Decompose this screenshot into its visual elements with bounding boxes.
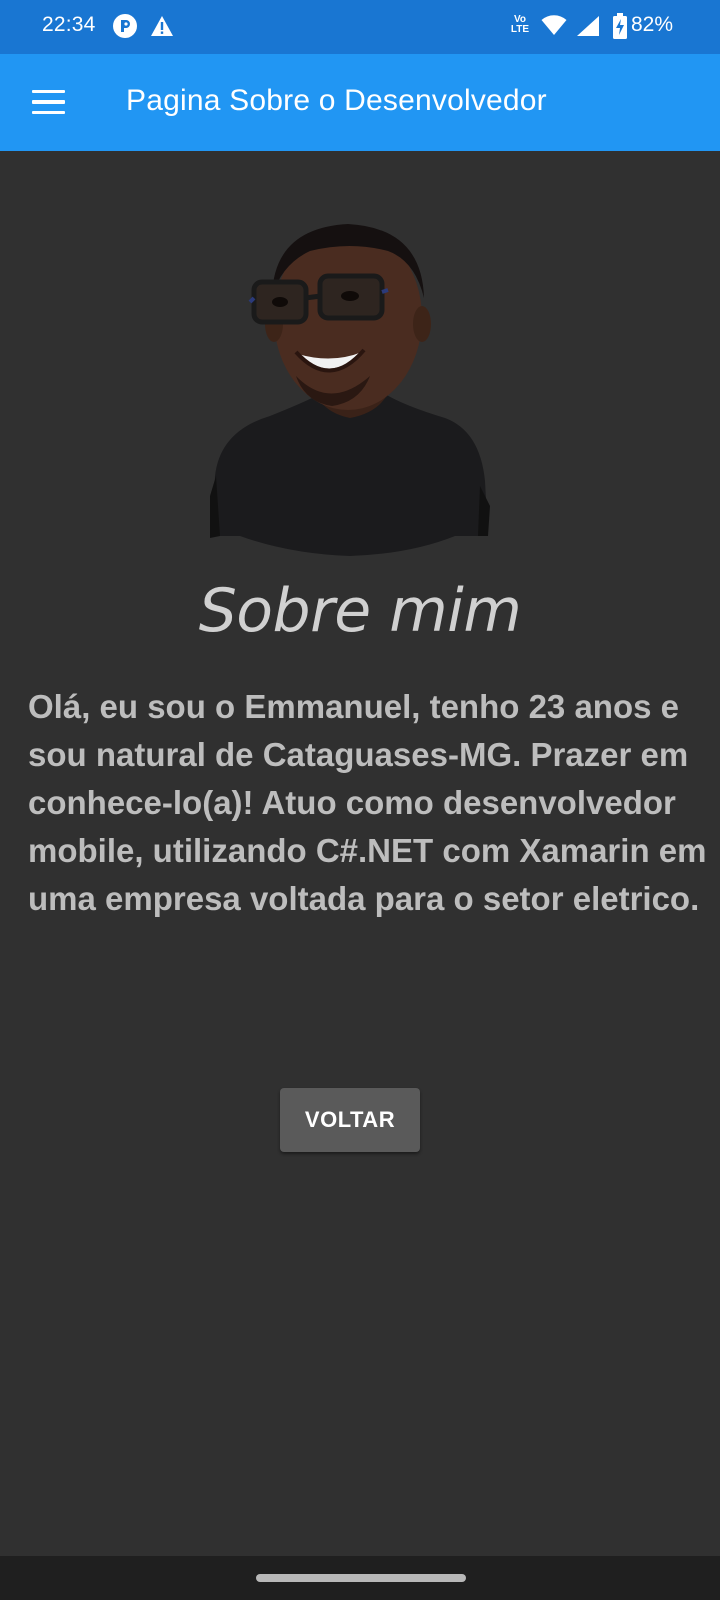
hamburger-menu-icon[interactable] [24, 80, 74, 124]
page-title: Pagina Sobre o Desenvolvedor [126, 84, 547, 117]
home-indicator[interactable] [256, 1574, 466, 1582]
cell-signal-icon [576, 15, 600, 42]
status-time: 22:34 [42, 13, 96, 36]
battery-percent: 82% [631, 13, 674, 36]
navigation-bar [0, 1556, 720, 1600]
section-title: Sobre mim [198, 576, 522, 646]
battery-charging-icon [613, 13, 627, 44]
back-button[interactable]: VOLTAR [280, 1088, 420, 1152]
status-bar: 22:34 Vo LTE 82% [0, 0, 720, 54]
developer-photo [210, 206, 490, 556]
app-notification-icon [113, 14, 137, 38]
bio-text: Olá, eu sou o Emmanuel, tenho 23 anos e … [28, 688, 707, 917]
wifi-icon [541, 14, 567, 41]
app-bar: Pagina Sobre o Desenvolvedor [0, 54, 720, 151]
menu-line [32, 100, 65, 104]
menu-line [32, 89, 65, 94]
menu-line [32, 110, 65, 115]
main-content: Sobre mim Olá, eu sou o Emmanuel, tenho … [0, 151, 720, 1556]
volte-icon: Vo LTE [510, 14, 530, 35]
warning-icon [150, 15, 174, 42]
